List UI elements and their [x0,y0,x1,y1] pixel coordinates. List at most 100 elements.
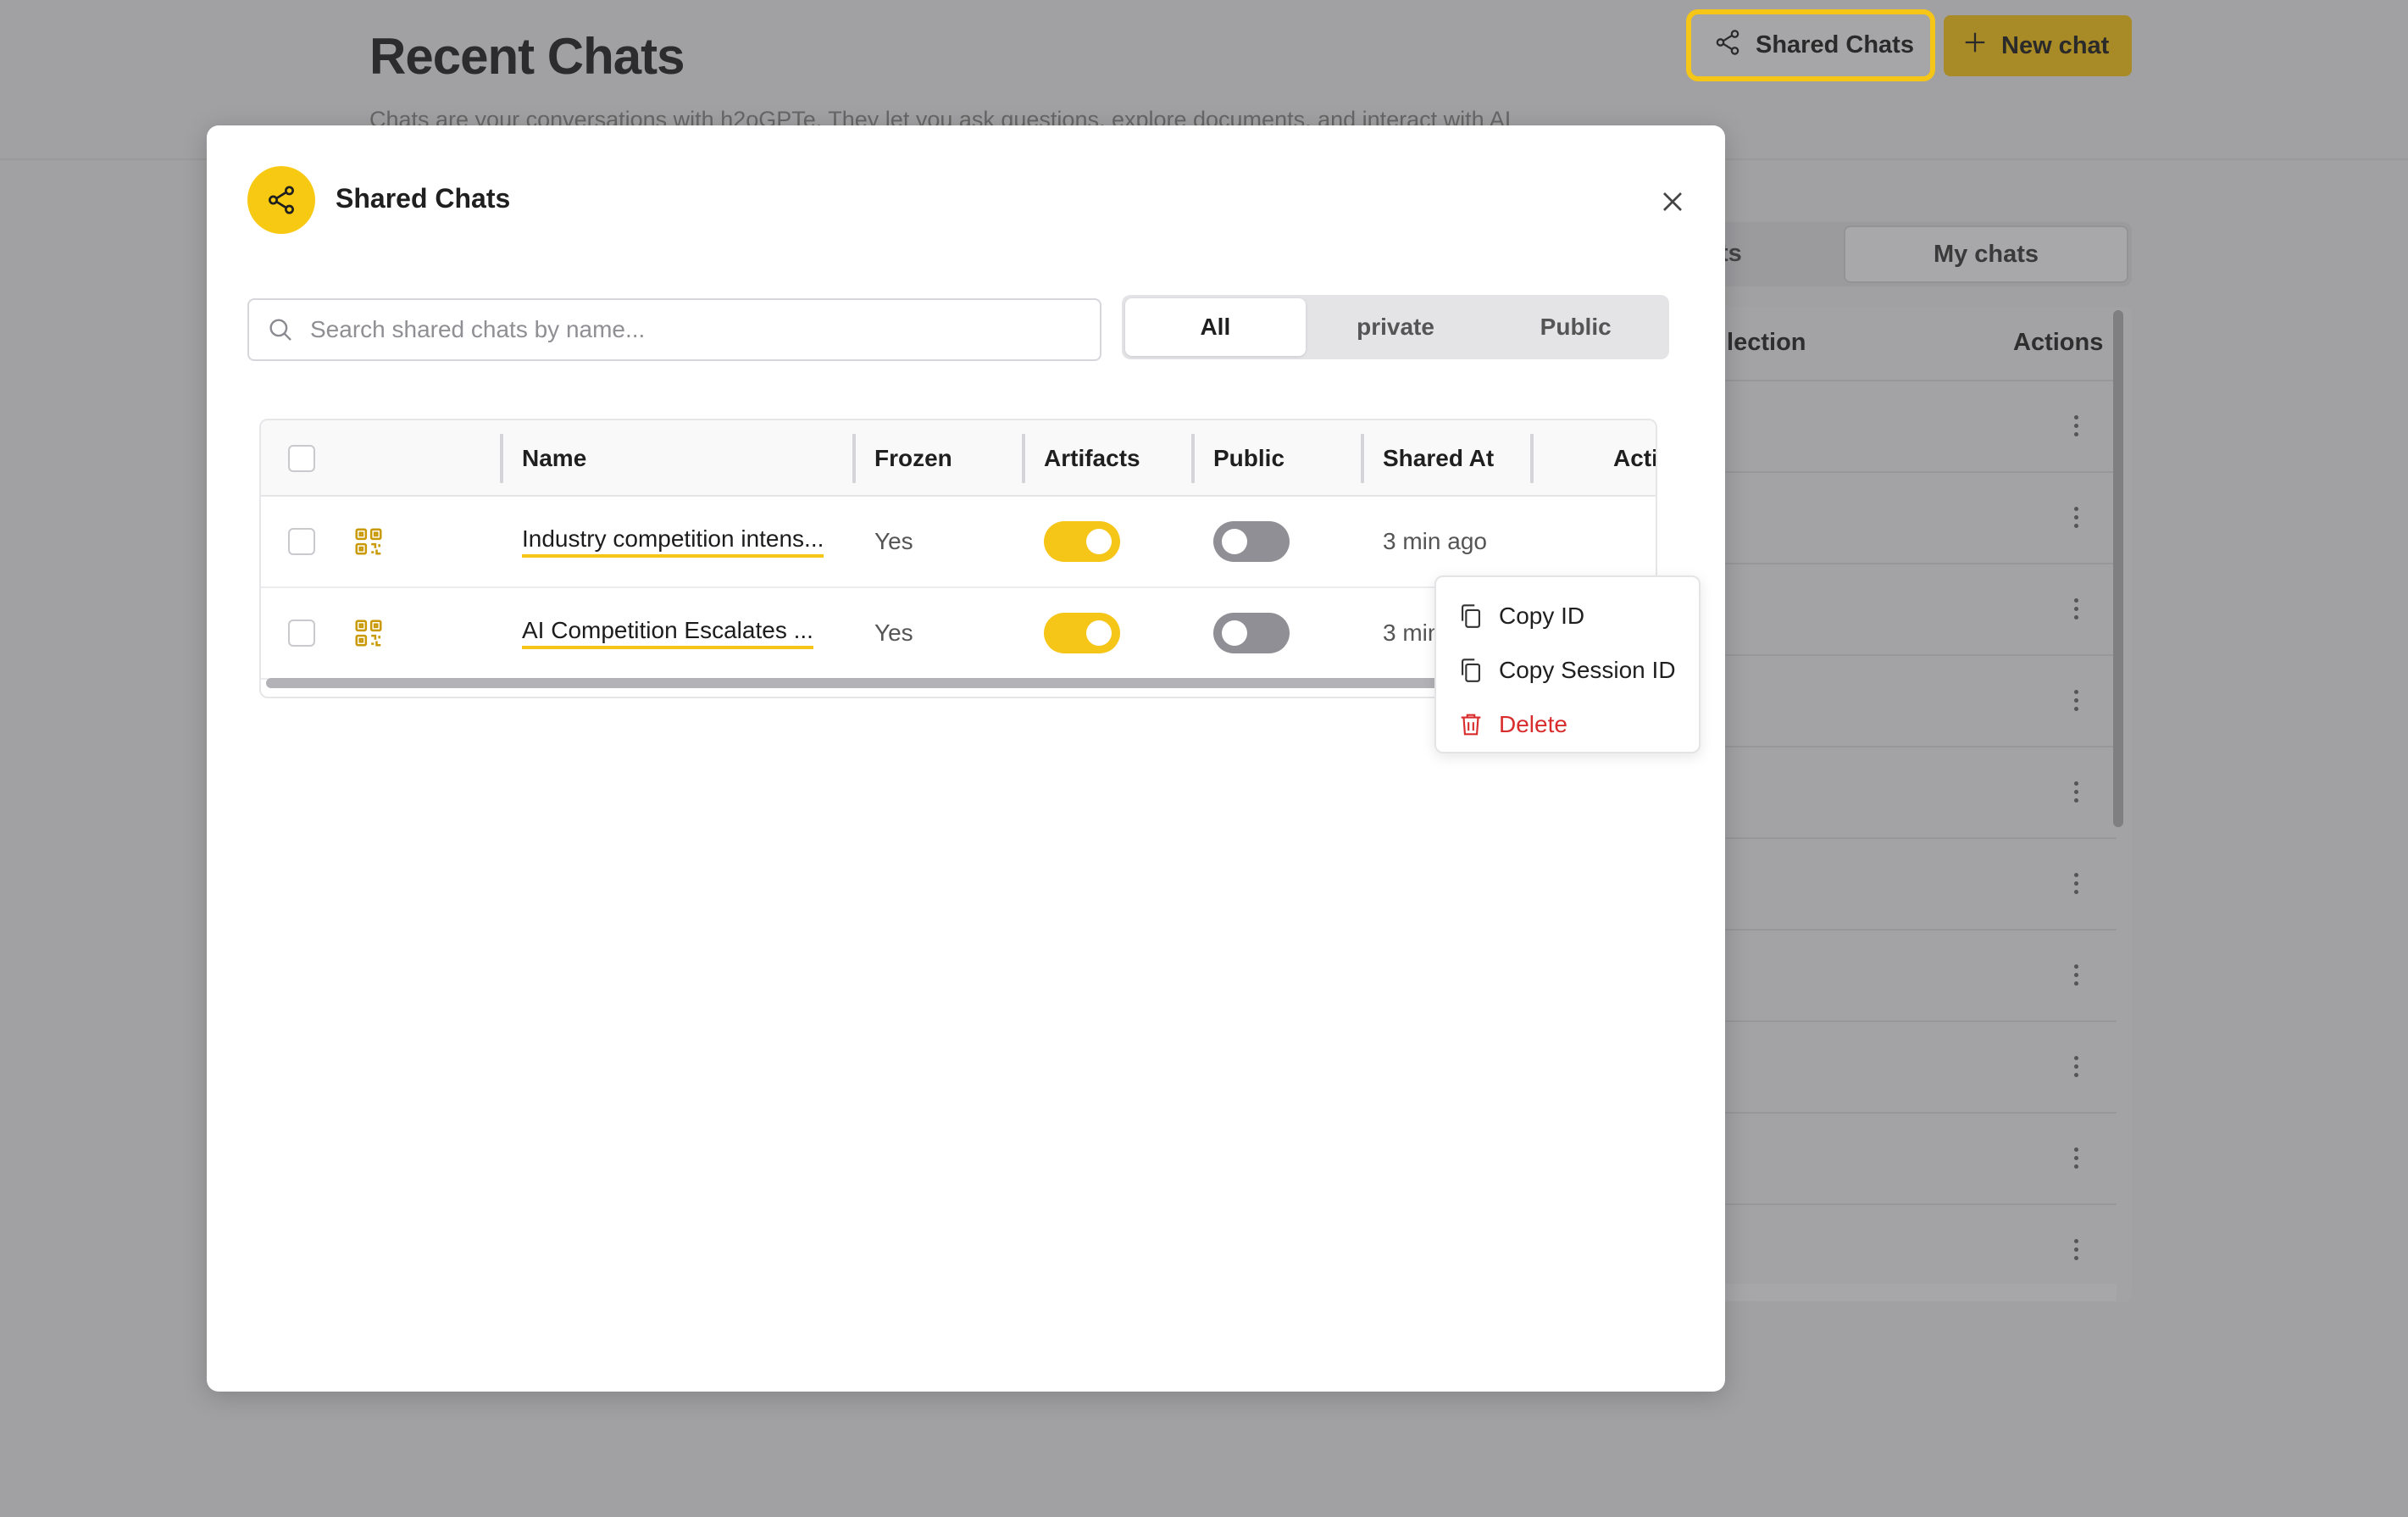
toggle-knob [1222,620,1247,646]
qr-code-icon[interactable] [352,617,385,649]
row-qr-cell [352,497,385,586]
row-select-cell [288,497,315,586]
background-table-row [1695,654,2117,746]
column-separator [1530,434,1534,483]
column-header-name[interactable]: Name [522,420,586,497]
toggle-knob [1222,529,1247,554]
more-options-icon[interactable] [2074,781,2079,807]
more-options-icon[interactable] [2074,873,2079,898]
new-chat-label: New chat [2001,31,2110,59]
background-table-row [1695,746,2117,837]
background-table-row [1695,1020,2117,1112]
more-options-icon[interactable] [2074,690,2079,715]
visibility-filter: All private Public [1122,295,1669,359]
shared-chats-button[interactable]: Shared Chats [1686,9,1935,81]
toggle-knob [1086,620,1112,646]
modal-close-button[interactable] [1656,185,1689,219]
column-header-actions: Actions [2013,329,2104,356]
more-options-icon[interactable] [2074,964,2079,990]
toggle-knob [1086,529,1112,554]
menu-item-copy-session-id[interactable]: Copy Session ID [1436,643,1699,697]
tab-my-chats[interactable]: My chats [1844,225,2128,283]
row-public-cell [1213,588,1290,678]
modal-header-icon [247,166,315,234]
table-header: Name Frozen Artifacts Public Shared At A… [261,420,1656,497]
menu-item-label: Copy ID [1499,603,1585,629]
scrollbar-thumb[interactable] [266,678,1486,688]
search-icon [269,319,291,341]
row-checkbox[interactable] [288,620,315,647]
search-input[interactable] [310,316,1056,343]
share-icon [1713,28,1742,64]
more-options-icon[interactable] [2074,598,2079,624]
shared-chats-label: Shared Chats [1756,31,1914,58]
modal-title: Shared Chats [336,183,511,214]
public-toggle[interactable] [1213,613,1290,653]
row-public-cell [1213,497,1290,586]
filter-all[interactable]: All [1125,298,1306,356]
column-separator [1191,434,1195,483]
background-table-row [1695,837,2117,929]
column-header-shared-at[interactable]: Shared At [1383,420,1494,497]
background-table-row [1695,1112,2117,1203]
copy-icon [1462,604,1480,628]
row-name-cell: Industry competition intens... [522,497,824,586]
more-options-icon[interactable] [2074,1239,2079,1264]
background-chats-table: llection Actions [1695,307,2132,1302]
row-select-cell [288,588,315,678]
background-table-row [1695,1203,2117,1295]
chat-name-link[interactable]: AI Competition Escalates ... [522,617,813,649]
background-table-scrollbar[interactable] [2113,310,2123,827]
row-artifacts-cell [1044,588,1120,678]
row-checkbox[interactable] [288,528,315,555]
column-header-artifacts[interactable]: Artifacts [1044,420,1140,497]
column-separator [500,434,503,483]
plus-icon [1962,30,1988,62]
select-all-cell [288,420,315,497]
close-icon [1663,192,1682,211]
column-separator [1022,434,1025,483]
column-separator [1361,434,1364,483]
chat-name-link[interactable]: Industry competition intens... [522,525,824,558]
menu-item-label: Copy Session ID [1499,657,1676,683]
menu-item-copy-id[interactable]: Copy ID [1436,589,1699,643]
qr-code-icon[interactable] [352,525,385,558]
background-table-row [1695,563,2117,654]
more-options-icon[interactable] [2074,1147,2079,1173]
new-chat-button[interactable]: New chat [1944,15,2132,76]
background-table-row [1695,471,2117,563]
artifacts-toggle[interactable] [1044,521,1120,562]
trash-icon [1461,714,1481,736]
table-row: Industry competition intens... Yes 3 min… [261,497,1656,588]
column-header-collection: llection [1720,329,1806,356]
row-shared-at-value: 3 min ago [1383,528,1487,554]
select-all-checkbox[interactable] [288,445,315,472]
row-frozen-value: Yes [874,620,913,646]
menu-item-delete[interactable]: Delete [1436,697,1699,752]
menu-item-label: Delete [1499,711,1567,737]
artifacts-toggle[interactable] [1044,613,1120,653]
background-table-hscroll [1695,1284,2117,1301]
share-icon [269,186,294,214]
row-artifacts-cell [1044,497,1120,586]
filter-public[interactable]: Public [1485,298,1666,356]
shared-chats-modal: Shared Chats All private Public Name Fro… [207,125,1725,1392]
search-field [247,298,1101,361]
column-separator [852,434,856,483]
more-options-icon[interactable] [2074,507,2079,532]
row-qr-cell [352,588,385,678]
background-table-row [1695,380,2117,471]
public-toggle[interactable] [1213,521,1290,562]
filter-private[interactable]: private [1306,298,1486,356]
row-actions-menu: Copy ID Copy Session ID Delete [1434,575,1701,753]
copy-icon [1462,658,1480,682]
more-options-icon[interactable] [2074,415,2079,441]
row-frozen-value: Yes [874,528,913,554]
page-title: Recent Chats [369,28,685,85]
column-header-actions: Acti [1613,445,1657,471]
column-header-frozen[interactable]: Frozen [874,420,952,497]
column-header-public[interactable]: Public [1213,420,1284,497]
more-options-icon[interactable] [2074,1056,2079,1081]
background-table-row [1695,929,2117,1020]
row-name-cell: AI Competition Escalates ... [522,588,813,678]
